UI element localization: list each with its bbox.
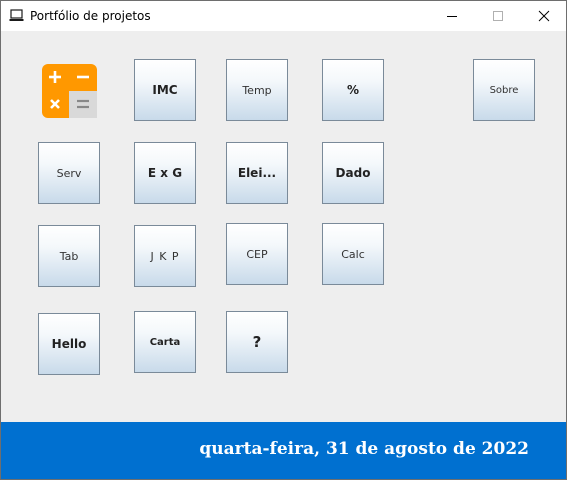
laptop-icon (9, 9, 24, 22)
app-window: Portfólio de projetos IMC Temp % Sobre S… (0, 0, 567, 480)
close-button[interactable] (521, 1, 566, 31)
maximize-button[interactable] (475, 1, 521, 31)
maximize-icon (493, 11, 503, 21)
sobre-button[interactable]: Sobre (473, 59, 535, 121)
hello-button[interactable]: Hello (38, 313, 100, 375)
exg-button[interactable]: E x G (134, 142, 196, 204)
serv-button[interactable]: Serv (38, 142, 100, 204)
dado-button[interactable]: Dado (322, 142, 384, 204)
calculator-icon (42, 64, 97, 118)
minimize-icon (447, 16, 457, 17)
percent-button[interactable]: % (322, 59, 384, 121)
title-bar: Portfólio de projetos (1, 1, 566, 31)
carta-button[interactable]: Carta (134, 311, 196, 373)
temp-button[interactable]: Temp (226, 59, 288, 121)
jkp-button[interactable]: J K P (134, 225, 196, 287)
elei-button[interactable]: Elei... (226, 142, 288, 204)
help-button[interactable]: ? (226, 311, 288, 373)
window-title: Portfólio de projetos (30, 9, 151, 23)
imc-button[interactable]: IMC (134, 59, 196, 121)
footer-bar: quarta-feira, 31 de agosto de 2022 (1, 422, 566, 479)
current-date: quarta-feira, 31 de agosto de 2022 (199, 439, 529, 459)
cep-button[interactable]: CEP (226, 223, 288, 285)
calc-button[interactable]: Calc (322, 223, 384, 285)
minimize-button[interactable] (429, 1, 475, 31)
close-icon (538, 10, 550, 22)
tab-button[interactable]: Tab (38, 225, 100, 287)
